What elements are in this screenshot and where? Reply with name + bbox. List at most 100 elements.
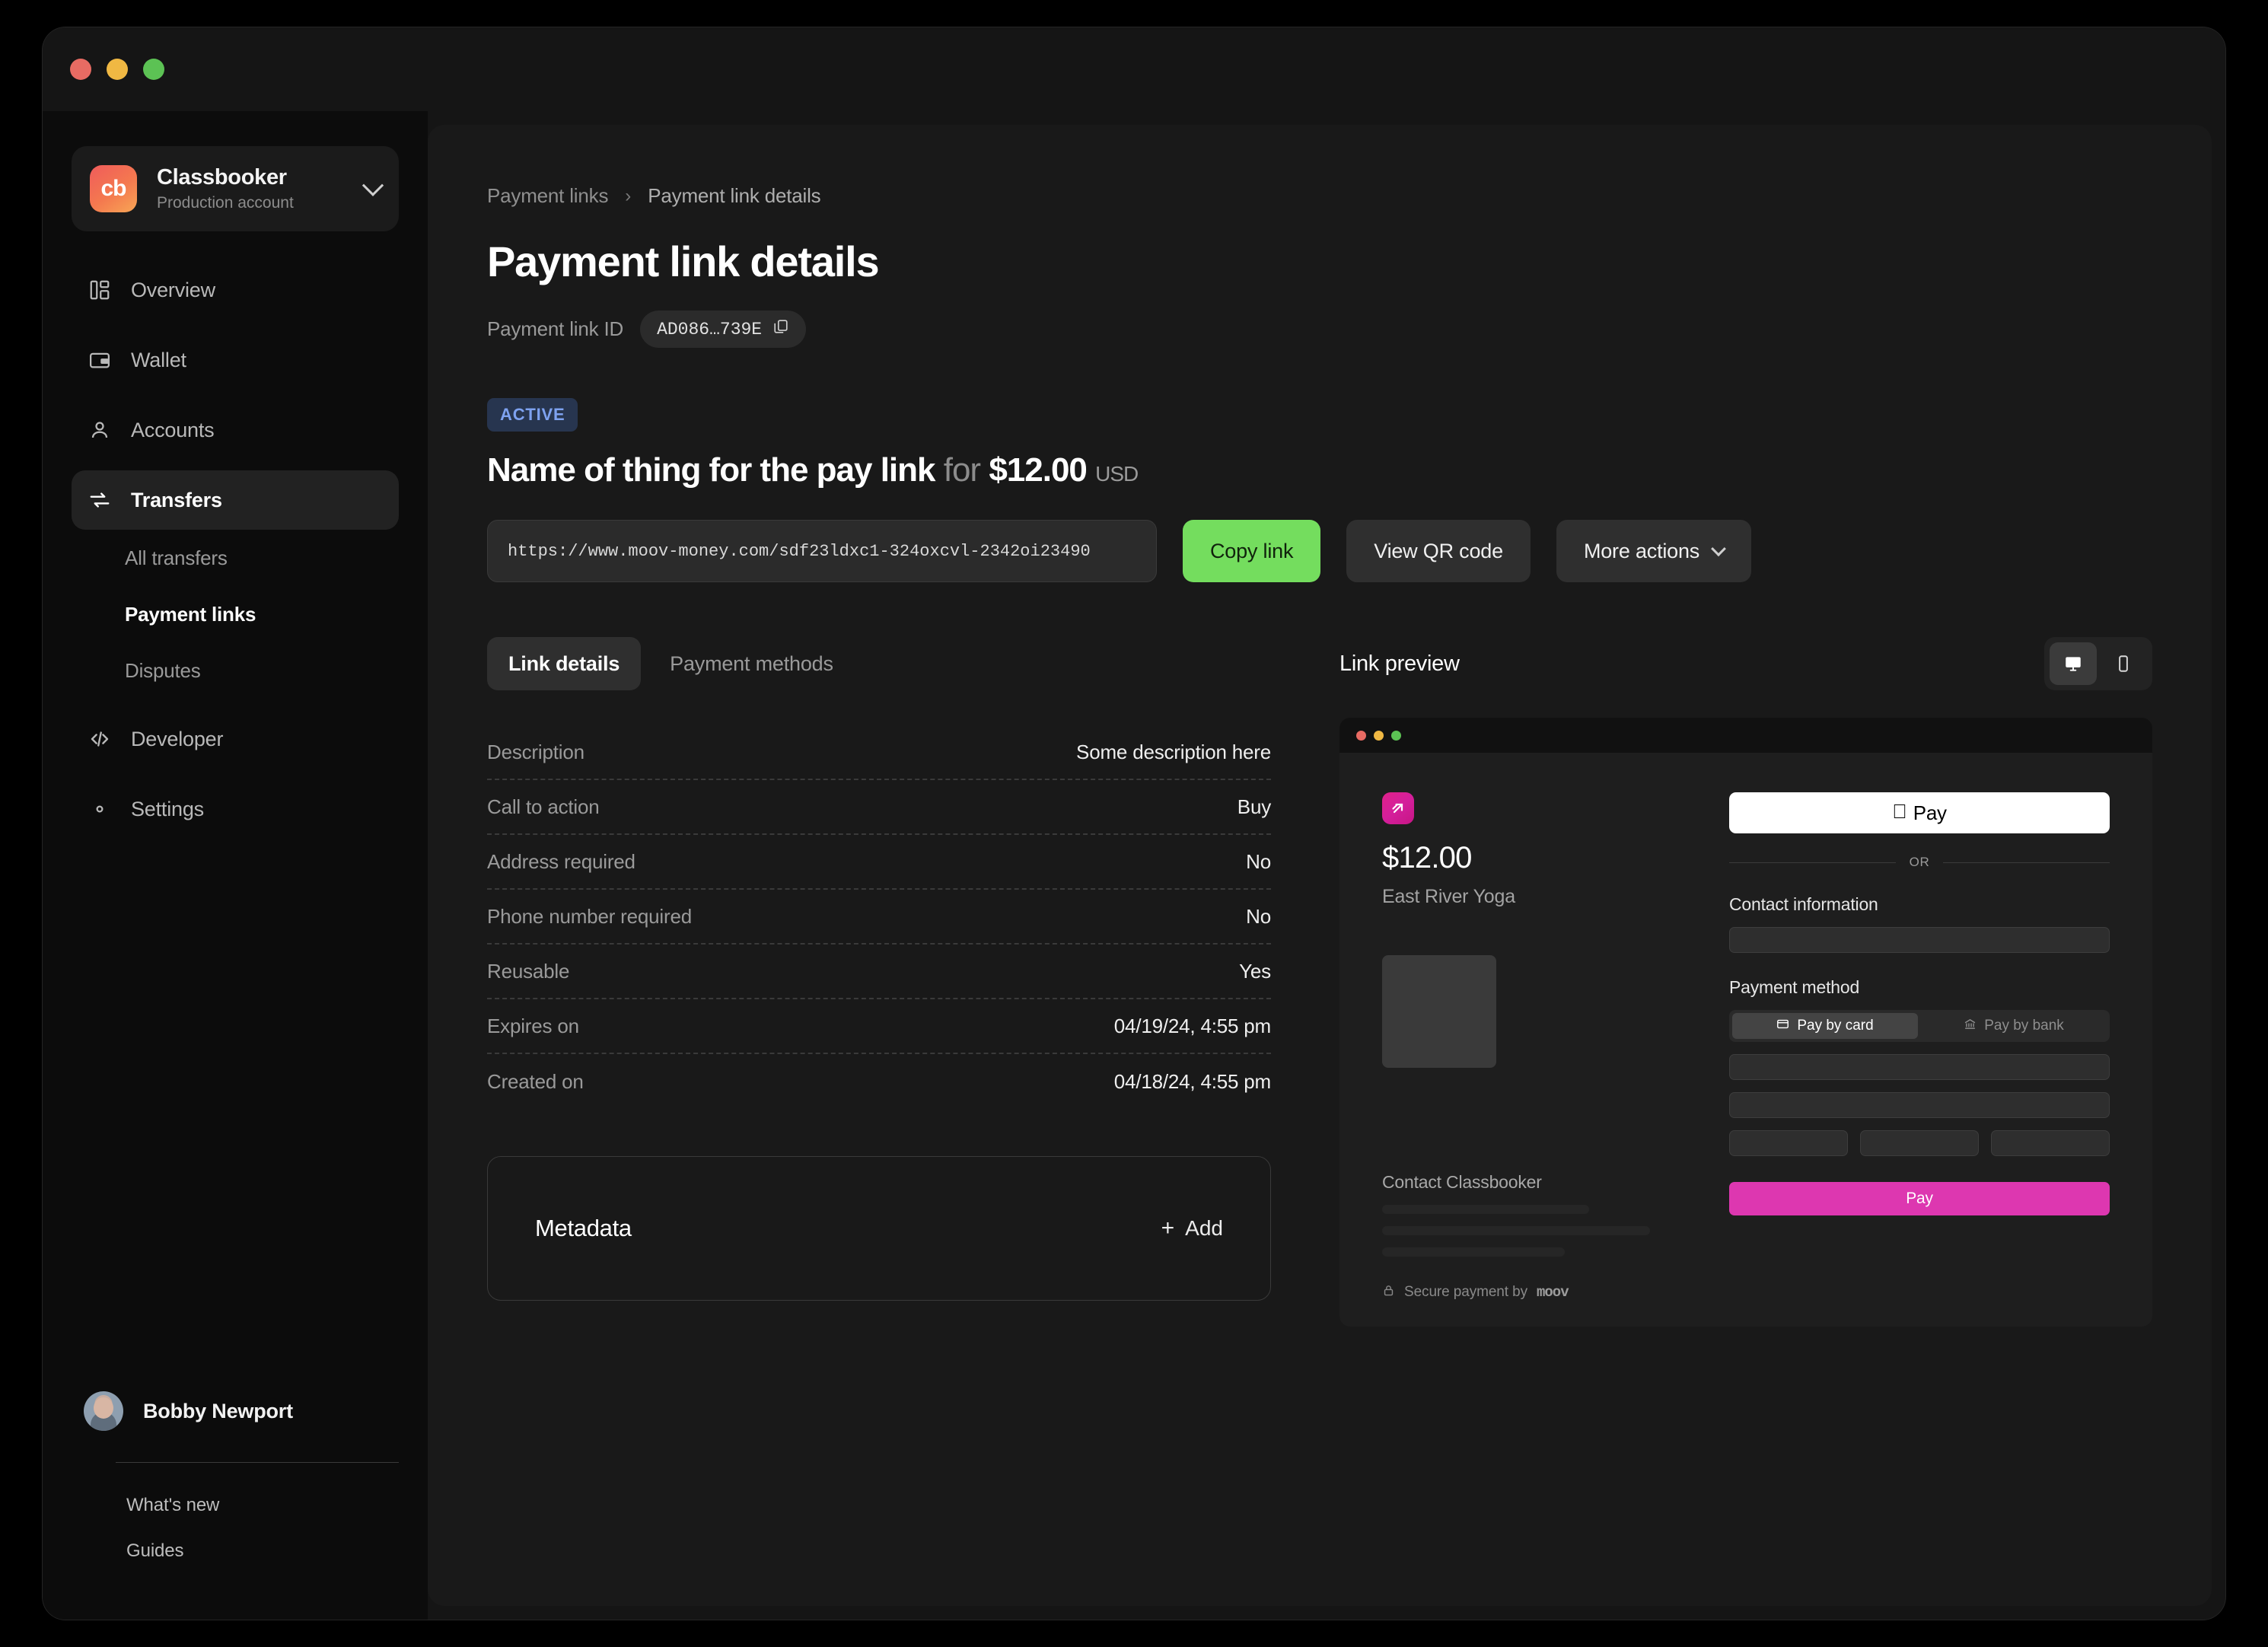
preview-window-body: $12.00 East River Yoga Contact Classbook… <box>1339 753 2152 1327</box>
contact-skeleton-line <box>1382 1247 1565 1257</box>
tab-link-details[interactable]: Link details <box>487 637 642 690</box>
lock-icon <box>1382 1284 1395 1301</box>
payment-method-label: Payment method <box>1729 977 1860 997</box>
detail-key: Call to action <box>487 795 600 818</box>
payment-link-url-input[interactable]: https://www.moov-money.com/sdf23ldxc1-32… <box>487 520 1157 582</box>
table-row: Created on 04/18/24, 4:55 pm <box>487 1054 1271 1109</box>
or-divider: OR <box>1729 855 2110 870</box>
pay-by-bank-label: Pay by bank <box>1984 1018 2064 1034</box>
sidebar-item-settings[interactable]: Settings <box>72 779 399 839</box>
payment-link-name: Name of thing for the pay link <box>487 451 935 489</box>
detail-list: Description Some description here Call t… <box>487 725 1271 1109</box>
sidebar: cb Classbooker Production account Overvi… <box>43 111 428 1620</box>
pay-button[interactable]: Pay <box>1729 1182 2110 1215</box>
chevron-down-icon <box>1711 541 1727 557</box>
expiry-field[interactable] <box>1729 1130 1848 1156</box>
copy-link-button[interactable]: Copy link <box>1183 520 1321 582</box>
preview-zoom-dot <box>1391 730 1401 741</box>
payment-link-id-value: AD086…739E <box>657 319 763 339</box>
preview-close-dot <box>1356 730 1366 741</box>
copy-icon[interactable] <box>772 318 789 340</box>
checkout-product-image-placeholder <box>1382 955 1496 1068</box>
desktop-background: cb Classbooker Production account Overvi… <box>0 0 2268 1647</box>
card-number-field[interactable] <box>1729 1054 2110 1080</box>
divider-line <box>1729 862 1896 863</box>
breadcrumb-current: Payment link details <box>648 184 821 207</box>
payment-link-id-row: Payment link ID AD086…739E <box>487 311 2152 348</box>
plus-icon: + <box>1161 1215 1175 1241</box>
desktop-view-button[interactable] <box>2050 642 2097 685</box>
pay-by-bank-button[interactable]: Pay by bank <box>1921 1013 2107 1039</box>
table-row: Reusable Yes <box>487 945 1271 999</box>
or-label: OR <box>1909 855 1930 869</box>
metadata-add-button[interactable]: + Add <box>1161 1216 1223 1241</box>
apple-logo-icon:  <box>1892 801 1907 821</box>
sidebar-subitem-label: Disputes <box>125 658 201 682</box>
contact-skeleton-line <box>1382 1226 1650 1235</box>
sidebar-subitem-label: All transfers <box>125 546 228 569</box>
sidebar-item-label: Transfers <box>131 488 222 511</box>
apple-pay-button[interactable]:  Pay <box>1729 792 2110 833</box>
detail-value: No <box>1246 849 1271 873</box>
sidebar-subitem-label: Payment links <box>125 602 256 626</box>
gear-icon <box>88 798 111 820</box>
pay-by-card-button[interactable]: Pay by card <box>1732 1013 1918 1039</box>
sidebar-item-wallet[interactable]: Wallet <box>72 330 399 390</box>
detail-key: Phone number required <box>487 904 692 928</box>
metadata-add-label: Add <box>1185 1216 1223 1240</box>
payment-link-id-chip[interactable]: AD086…739E <box>640 311 807 348</box>
metadata-title: Metadata <box>535 1215 632 1241</box>
account-switcher[interactable]: cb Classbooker Production account <box>72 146 399 231</box>
sidebar-item-all-transfers[interactable]: All transfers <box>72 530 399 586</box>
secure-payment-footer: Secure payment by moov <box>1382 1284 1687 1301</box>
content-columns: Link details Payment methods Description… <box>487 637 2152 1327</box>
app-window: cb Classbooker Production account Overvi… <box>43 27 2225 1620</box>
user-profile[interactable]: Bobby Newport <box>84 1384 399 1438</box>
close-window-button[interactable] <box>70 59 91 80</box>
chevron-down-icon[interactable] <box>362 174 384 196</box>
breadcrumb-separator-icon: › <box>625 185 632 206</box>
sidebar-item-disputes[interactable]: Disputes <box>72 642 399 699</box>
postal-code-field[interactable] <box>1991 1130 2110 1156</box>
payment-link-url-row: https://www.moov-money.com/sdf23ldxc1-32… <box>487 520 2152 582</box>
metadata-card: Metadata + Add <box>487 1156 1271 1301</box>
cvc-field[interactable] <box>1860 1130 1979 1156</box>
footer-link-whats-new[interactable]: What's new <box>126 1483 428 1528</box>
minimize-window-button[interactable] <box>107 59 128 80</box>
wallet-icon <box>88 349 111 371</box>
sidebar-item-label: Overview <box>131 278 215 301</box>
preview-title: Link preview <box>1339 651 1460 676</box>
cardholder-name-field[interactable] <box>1729 1092 2110 1118</box>
tab-payment-methods[interactable]: Payment methods <box>648 637 855 690</box>
payment-link-amount: $12.00 <box>989 451 1088 489</box>
account-text: Classbooker Production account <box>157 165 346 212</box>
detail-key: Expires on <box>487 1014 579 1037</box>
preview-minimize-dot <box>1374 730 1384 741</box>
checkout-preview-window: $12.00 East River Yoga Contact Classbook… <box>1339 718 2152 1327</box>
checkout-merchant-name: East River Yoga <box>1382 886 1515 907</box>
footer-link-guides[interactable]: Guides <box>126 1528 428 1574</box>
page-title: Payment link details <box>487 237 880 285</box>
sidebar-item-developer[interactable]: Developer <box>72 709 399 769</box>
mobile-view-button[interactable] <box>2100 642 2147 685</box>
breadcrumb-parent[interactable]: Payment links <box>487 184 608 208</box>
contact-merchant-title: Contact Classbooker <box>1382 1172 1542 1192</box>
sidebar-item-transfers[interactable]: Transfers <box>72 470 399 530</box>
more-actions-button[interactable]: More actions <box>1556 520 1752 582</box>
merchant-logo-icon <box>1382 792 1414 824</box>
payment-link-currency: USD <box>1095 462 1139 486</box>
view-qr-code-button[interactable]: View QR code <box>1346 520 1531 582</box>
breadcrumb: Payment links › Payment link details <box>487 184 2152 208</box>
transfers-icon <box>88 489 111 511</box>
sidebar-item-label: Settings <box>131 797 204 820</box>
email-field[interactable] <box>1729 927 2110 953</box>
sidebar-item-accounts[interactable]: Accounts <box>72 400 399 460</box>
sidebar-item-overview[interactable]: Overview <box>72 260 399 320</box>
zoom-window-button[interactable] <box>143 59 164 80</box>
preview-window-titlebar <box>1339 718 2152 753</box>
sidebar-item-payment-links[interactable]: Payment links <box>72 586 399 642</box>
